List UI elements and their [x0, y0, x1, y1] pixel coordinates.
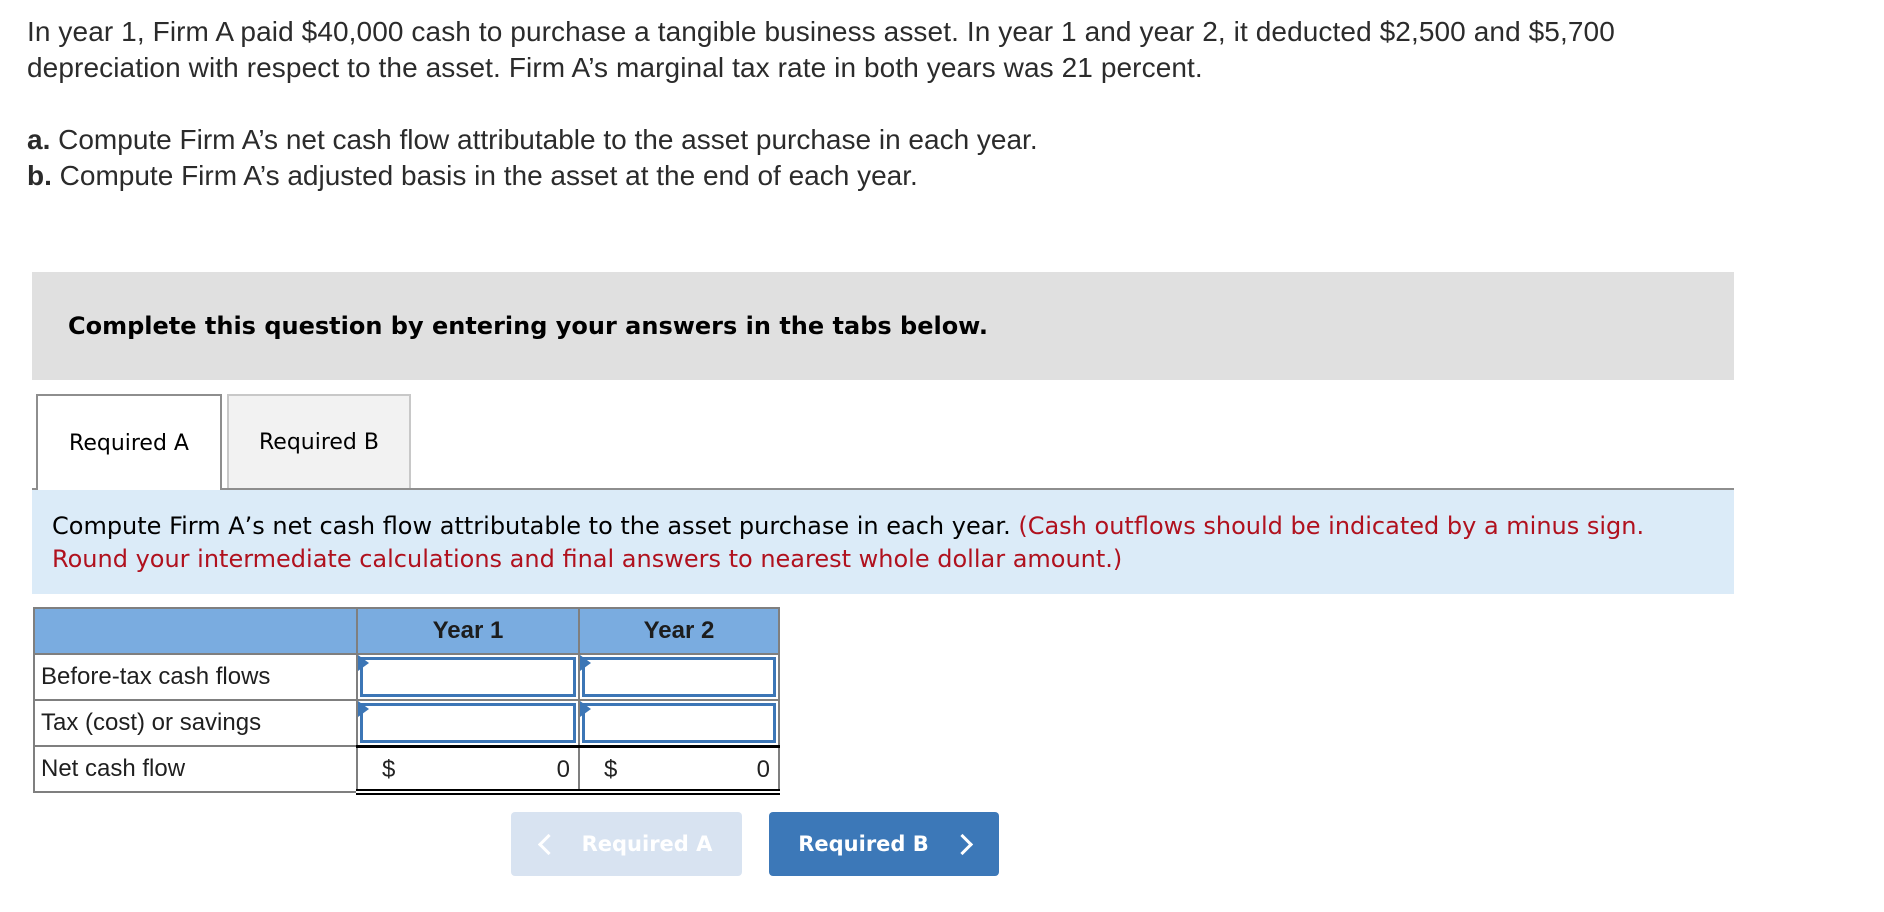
table-row: Tax (cost) or savings — [33, 699, 780, 747]
prev-button-label: Required A — [581, 832, 713, 856]
problem-line-1: In year 1, Firm A paid $40,000 cash to p… — [27, 16, 1615, 47]
part-a: a. Compute Firm A’s net cash flow attrib… — [27, 122, 1038, 158]
before-tax-year-1-cell — [356, 653, 580, 701]
currency-symbol: $ — [604, 755, 618, 783]
table-row: Net cash flow $ 0 $ 0 — [33, 744, 780, 795]
prev-required-a-button[interactable]: Required A — [511, 812, 742, 876]
before-tax-year-1-input[interactable] — [364, 659, 572, 695]
row-label-before-tax: Before-tax cash flows — [33, 653, 358, 701]
part-b-text: Compute Firm A’s adjusted basis in the a… — [51, 160, 918, 191]
table-header-row: Year 1 Year 2 — [33, 607, 780, 655]
part-b: b. Compute Firm A’s adjusted basis in th… — [27, 158, 1038, 194]
instructions-banner: Complete this question by entering your … — [32, 272, 1734, 380]
tax-year-2-input[interactable] — [586, 705, 772, 741]
currency-symbol: $ — [382, 755, 396, 783]
tab-required-b[interactable]: Required B — [227, 394, 411, 488]
question-instruction: Compute Firm A’s net cash flow attributa… — [32, 490, 1734, 594]
problem-statement: In year 1, Firm A paid $40,000 cash to p… — [27, 14, 1847, 86]
part-b-marker: b. — [27, 160, 52, 191]
chevron-left-icon — [537, 833, 559, 855]
row-label-net-cash-flow: Net cash flow — [33, 745, 358, 793]
part-a-text: Compute Firm A’s net cash flow attributa… — [50, 124, 1038, 155]
instruction-main: Compute Firm A’s net cash flow attributa… — [52, 512, 1019, 540]
net-cash-flow-year-1-value: 0 — [556, 755, 570, 783]
header-label-col — [33, 607, 358, 655]
table-row: Before-tax cash flows — [33, 653, 780, 701]
tax-year-1-cell — [356, 699, 580, 747]
banner-text: Complete this question by entering your … — [68, 312, 988, 340]
tax-year-2-cell — [578, 699, 780, 747]
cash-flow-table: Year 1 Year 2 Before-tax cash flows Tax … — [33, 607, 780, 795]
tax-year-1-input[interactable] — [364, 705, 572, 741]
before-tax-year-2-input[interactable] — [586, 659, 772, 695]
tab-bar: Required A Required B — [32, 394, 1734, 490]
problem-parts: a. Compute Firm A’s net cash flow attrib… — [27, 122, 1038, 194]
net-cash-flow-year-2: $ 0 — [578, 744, 780, 795]
net-cash-flow-year-1: $ 0 — [356, 744, 580, 795]
problem-line-2: depreciation with respect to the asset. … — [27, 52, 1203, 83]
tab-required-a[interactable]: Required A — [36, 394, 222, 490]
header-year-1: Year 1 — [356, 607, 580, 655]
tab-required-b-label: Required B — [258, 429, 379, 455]
chevron-right-icon — [951, 833, 973, 855]
tab-required-a-label: Required A — [69, 430, 189, 456]
net-cash-flow-year-2-value: 0 — [756, 755, 770, 783]
part-a-marker: a. — [27, 124, 51, 155]
next-button-label: Required B — [798, 832, 929, 856]
header-year-2: Year 2 — [578, 607, 780, 655]
next-required-b-button[interactable]: Required B — [769, 812, 999, 876]
row-label-tax: Tax (cost) or savings — [33, 699, 358, 747]
before-tax-year-2-cell — [578, 653, 780, 701]
